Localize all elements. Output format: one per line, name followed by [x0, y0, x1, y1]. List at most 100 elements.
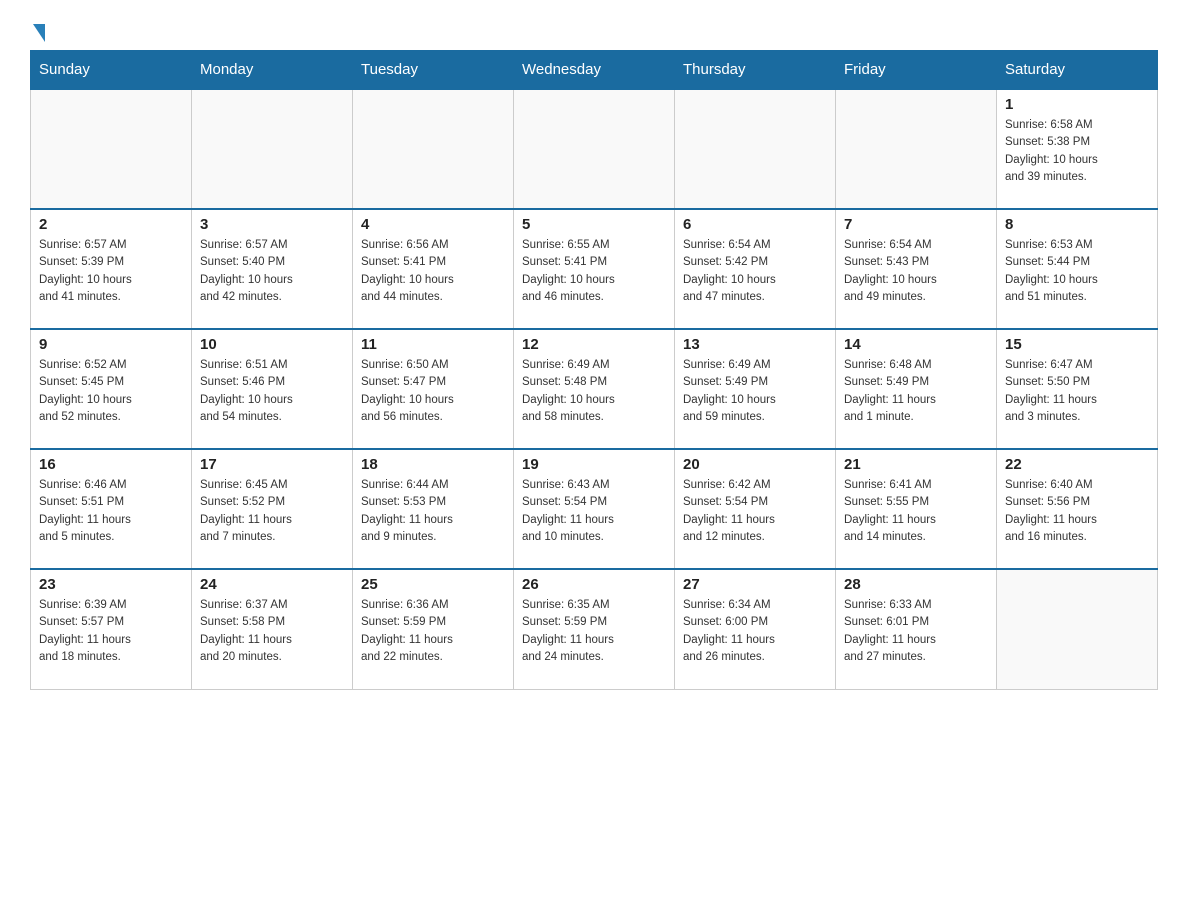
day-number: 25: [361, 576, 505, 593]
calendar-cell: 23 Sunrise: 6:39 AM Sunset: 5:57 PM Dayli…: [31, 569, 192, 689]
day-number: 15: [1005, 336, 1149, 353]
calendar-cell: [836, 89, 997, 209]
day-number: 21: [844, 456, 988, 473]
calendar-week-row: 23 Sunrise: 6:39 AM Sunset: 5:57 PM Dayli…: [31, 569, 1158, 689]
day-number: 19: [522, 456, 666, 473]
day-info: Sunrise: 6:40 AM Sunset: 5:56 PM Dayligh…: [1005, 477, 1149, 546]
day-info: Sunrise: 6:34 AM Sunset: 6:00 PM Dayligh…: [683, 597, 827, 666]
page-header: [30, 20, 1158, 40]
calendar-cell: 8 Sunrise: 6:53 AM Sunset: 5:44 PM Daylig…: [997, 209, 1158, 329]
logo-top: [30, 20, 45, 42]
calendar-cell: 15 Sunrise: 6:47 AM Sunset: 5:50 PM Dayli…: [997, 329, 1158, 449]
day-info: Sunrise: 6:42 AM Sunset: 5:54 PM Dayligh…: [683, 477, 827, 546]
calendar-cell: 21 Sunrise: 6:41 AM Sunset: 5:55 PM Dayli…: [836, 449, 997, 569]
day-info: Sunrise: 6:41 AM Sunset: 5:55 PM Dayligh…: [844, 477, 988, 546]
day-number: 18: [361, 456, 505, 473]
calendar-cell: [353, 89, 514, 209]
day-info: Sunrise: 6:46 AM Sunset: 5:51 PM Dayligh…: [39, 477, 183, 546]
day-info: Sunrise: 6:36 AM Sunset: 5:59 PM Dayligh…: [361, 597, 505, 666]
calendar-header-row: SundayMondayTuesdayWednesdayThursdayFrid…: [31, 51, 1158, 90]
day-info: Sunrise: 6:54 AM Sunset: 5:43 PM Dayligh…: [844, 237, 988, 306]
day-number: 5: [522, 216, 666, 233]
day-info: Sunrise: 6:58 AM Sunset: 5:38 PM Dayligh…: [1005, 117, 1149, 186]
day-info: Sunrise: 6:50 AM Sunset: 5:47 PM Dayligh…: [361, 357, 505, 426]
calendar-cell: 6 Sunrise: 6:54 AM Sunset: 5:42 PM Daylig…: [675, 209, 836, 329]
day-info: Sunrise: 6:55 AM Sunset: 5:41 PM Dayligh…: [522, 237, 666, 306]
day-number: 23: [39, 576, 183, 593]
day-number: 9: [39, 336, 183, 353]
calendar-table: SundayMondayTuesdayWednesdayThursdayFrid…: [30, 50, 1158, 690]
day-info: Sunrise: 6:57 AM Sunset: 5:40 PM Dayligh…: [200, 237, 344, 306]
day-info: Sunrise: 6:53 AM Sunset: 5:44 PM Dayligh…: [1005, 237, 1149, 306]
calendar-cell: 1Sunrise: 6:58 AM Sunset: 5:38 PM Daylig…: [997, 89, 1158, 209]
calendar-cell: [31, 89, 192, 209]
calendar-cell: [514, 89, 675, 209]
calendar-week-row: 1Sunrise: 6:58 AM Sunset: 5:38 PM Daylig…: [31, 89, 1158, 209]
day-info: Sunrise: 6:39 AM Sunset: 5:57 PM Dayligh…: [39, 597, 183, 666]
calendar-week-row: 2 Sunrise: 6:57 AM Sunset: 5:39 PM Daylig…: [31, 209, 1158, 329]
calendar-cell: 28 Sunrise: 6:33 AM Sunset: 6:01 PM Dayli…: [836, 569, 997, 689]
calendar-cell: 19 Sunrise: 6:43 AM Sunset: 5:54 PM Dayli…: [514, 449, 675, 569]
day-number: 8: [1005, 216, 1149, 233]
day-of-week-header: Saturday: [997, 51, 1158, 90]
day-info: Sunrise: 6:33 AM Sunset: 6:01 PM Dayligh…: [844, 597, 988, 666]
day-number: 2: [39, 216, 183, 233]
logo-arrow-icon: [33, 24, 45, 42]
day-number: 12: [522, 336, 666, 353]
calendar-week-row: 9Sunrise: 6:52 AM Sunset: 5:45 PM Daylig…: [31, 329, 1158, 449]
day-info: Sunrise: 6:49 AM Sunset: 5:48 PM Dayligh…: [522, 357, 666, 426]
calendar-cell: 3 Sunrise: 6:57 AM Sunset: 5:40 PM Daylig…: [192, 209, 353, 329]
day-info: Sunrise: 6:43 AM Sunset: 5:54 PM Dayligh…: [522, 477, 666, 546]
calendar-cell: 13 Sunrise: 6:49 AM Sunset: 5:49 PM Dayli…: [675, 329, 836, 449]
day-number: 17: [200, 456, 344, 473]
calendar-cell: 17 Sunrise: 6:45 AM Sunset: 5:52 PM Dayli…: [192, 449, 353, 569]
day-of-week-header: Wednesday: [514, 51, 675, 90]
calendar-cell: 18 Sunrise: 6:44 AM Sunset: 5:53 PM Dayli…: [353, 449, 514, 569]
day-number: 7: [844, 216, 988, 233]
calendar-cell: 10 Sunrise: 6:51 AM Sunset: 5:46 PM Dayli…: [192, 329, 353, 449]
calendar-cell: 22Sunrise: 6:40 AM Sunset: 5:56 PM Dayli…: [997, 449, 1158, 569]
calendar-cell: 24 Sunrise: 6:37 AM Sunset: 5:58 PM Dayli…: [192, 569, 353, 689]
day-number: 4: [361, 216, 505, 233]
calendar-cell: 20 Sunrise: 6:42 AM Sunset: 5:54 PM Dayli…: [675, 449, 836, 569]
calendar-cell: 25 Sunrise: 6:36 AM Sunset: 5:59 PM Dayli…: [353, 569, 514, 689]
day-of-week-header: Friday: [836, 51, 997, 90]
calendar-cell: 14Sunrise: 6:48 AM Sunset: 5:49 PM Dayli…: [836, 329, 997, 449]
day-number: 11: [361, 336, 505, 353]
day-info: Sunrise: 6:51 AM Sunset: 5:46 PM Dayligh…: [200, 357, 344, 426]
day-info: Sunrise: 6:56 AM Sunset: 5:41 PM Dayligh…: [361, 237, 505, 306]
calendar-cell: 7 Sunrise: 6:54 AM Sunset: 5:43 PM Daylig…: [836, 209, 997, 329]
calendar-cell: 27 Sunrise: 6:34 AM Sunset: 6:00 PM Dayli…: [675, 569, 836, 689]
day-number: 10: [200, 336, 344, 353]
calendar-cell: 9Sunrise: 6:52 AM Sunset: 5:45 PM Daylig…: [31, 329, 192, 449]
day-number: 27: [683, 576, 827, 593]
day-of-week-header: Sunday: [31, 51, 192, 90]
day-info: Sunrise: 6:35 AM Sunset: 5:59 PM Dayligh…: [522, 597, 666, 666]
day-number: 16: [39, 456, 183, 473]
calendar-cell: 26Sunrise: 6:35 AM Sunset: 5:59 PM Dayli…: [514, 569, 675, 689]
day-number: 28: [844, 576, 988, 593]
day-info: Sunrise: 6:47 AM Sunset: 5:50 PM Dayligh…: [1005, 357, 1149, 426]
calendar-week-row: 16 Sunrise: 6:46 AM Sunset: 5:51 PM Dayli…: [31, 449, 1158, 569]
day-info: Sunrise: 6:44 AM Sunset: 5:53 PM Dayligh…: [361, 477, 505, 546]
day-number: 20: [683, 456, 827, 473]
day-of-week-header: Monday: [192, 51, 353, 90]
logo: [30, 20, 45, 40]
calendar-cell: 12 Sunrise: 6:49 AM Sunset: 5:48 PM Dayli…: [514, 329, 675, 449]
day-number: 13: [683, 336, 827, 353]
day-info: Sunrise: 6:49 AM Sunset: 5:49 PM Dayligh…: [683, 357, 827, 426]
day-number: 6: [683, 216, 827, 233]
day-info: Sunrise: 6:45 AM Sunset: 5:52 PM Dayligh…: [200, 477, 344, 546]
day-info: Sunrise: 6:54 AM Sunset: 5:42 PM Dayligh…: [683, 237, 827, 306]
day-info: Sunrise: 6:37 AM Sunset: 5:58 PM Dayligh…: [200, 597, 344, 666]
calendar-cell: 2 Sunrise: 6:57 AM Sunset: 5:39 PM Daylig…: [31, 209, 192, 329]
day-number: 14: [844, 336, 988, 353]
calendar-cell: 5 Sunrise: 6:55 AM Sunset: 5:41 PM Daylig…: [514, 209, 675, 329]
day-number: 24: [200, 576, 344, 593]
calendar-cell: 11 Sunrise: 6:50 AM Sunset: 5:47 PM Dayli…: [353, 329, 514, 449]
calendar-cell: 4 Sunrise: 6:56 AM Sunset: 5:41 PM Daylig…: [353, 209, 514, 329]
day-info: Sunrise: 6:57 AM Sunset: 5:39 PM Dayligh…: [39, 237, 183, 306]
calendar-cell: [675, 89, 836, 209]
day-number: 3: [200, 216, 344, 233]
day-of-week-header: Thursday: [675, 51, 836, 90]
